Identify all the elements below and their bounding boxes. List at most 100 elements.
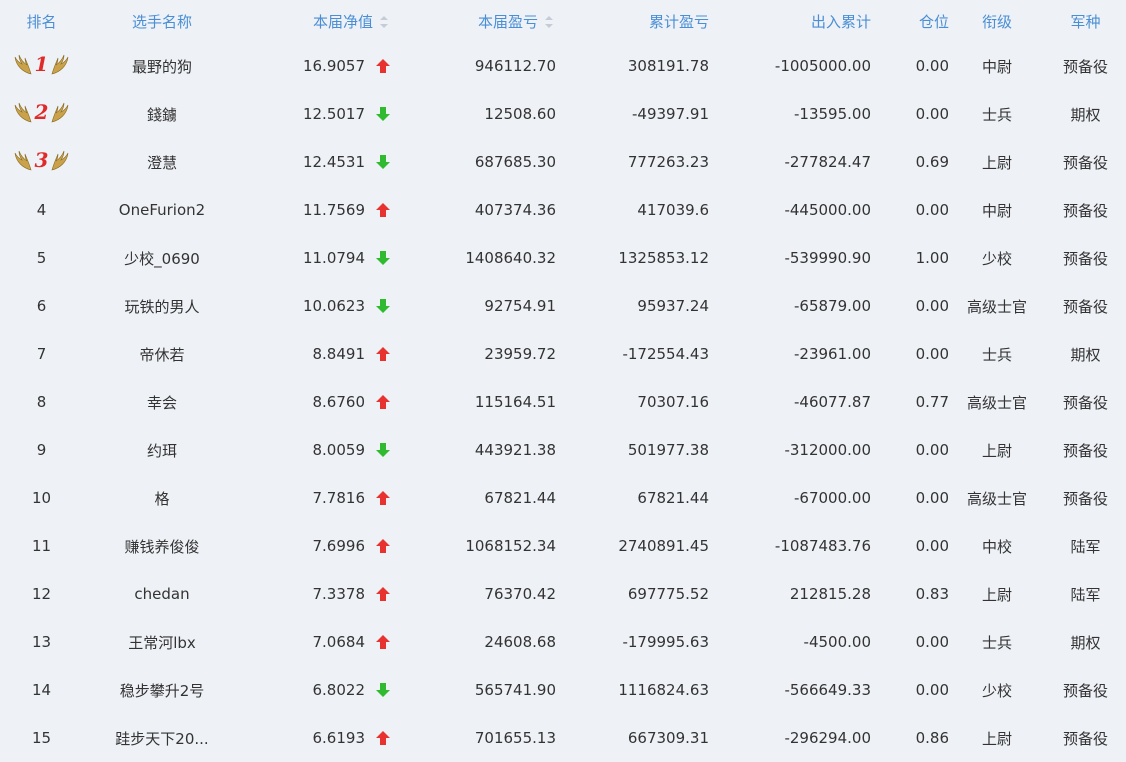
nav-value: 12.4531 xyxy=(302,153,365,171)
flow-value: -1005000.00 xyxy=(774,57,871,75)
player-name[interactable]: chedan xyxy=(83,585,241,603)
flow-value: -46077.87 xyxy=(794,393,871,411)
table-row[interactable]: 4 OneFurion2 11.7569 407374.36 417039.6 -4450… xyxy=(0,186,1126,234)
rank-number: 3 xyxy=(34,148,49,172)
branch: 陆军 xyxy=(1070,585,1101,604)
arrow-up-icon xyxy=(375,58,391,74)
player-name[interactable]: 约珥 xyxy=(83,440,241,461)
player-name[interactable]: 澄慧 xyxy=(83,152,241,173)
table-row[interactable]: 1 最野的狗 16.9057 946112.70 308191.78 -1005000.0… xyxy=(0,42,1126,90)
rank-number: 10 xyxy=(31,489,52,507)
header-pos: 仓位 xyxy=(918,12,949,31)
player-name[interactable]: 稳步攀升2号 xyxy=(83,680,241,701)
branch: 预备役 xyxy=(1062,489,1108,508)
flow-value: 212815.28 xyxy=(789,585,871,603)
sort-icon[interactable] xyxy=(379,15,391,29)
nav-cell: 7.3378 xyxy=(241,585,391,603)
player-name[interactable]: 少校_0690 xyxy=(83,248,241,269)
cumulative-pnl-value: 1325853.12 xyxy=(618,249,709,267)
nav-value: 8.8491 xyxy=(312,345,366,363)
nav-value: 10.0623 xyxy=(302,297,365,315)
arrow-up-icon xyxy=(375,394,391,410)
cumulative-pnl-value: 697775.52 xyxy=(627,585,709,603)
pnl-value: 67821.44 xyxy=(484,489,556,507)
pnl-value: 1408640.32 xyxy=(465,249,556,267)
pnl-value: 76370.42 xyxy=(484,585,556,603)
player-name[interactable]: 王常河lbx xyxy=(83,632,241,653)
position-value: 0.00 xyxy=(915,297,949,315)
table-body: 1 最野的狗 16.9057 946112.70 308191.78 -1005000.0… xyxy=(0,42,1126,762)
table-row[interactable]: 12 chedan 7.3378 76370.42 697775.52 212815.28… xyxy=(0,570,1126,618)
cumulative-pnl-value: 2740891.45 xyxy=(618,537,709,555)
player-name[interactable]: 跬步天下20... xyxy=(83,728,241,749)
cumulative-pnl-value: -49397.91 xyxy=(632,105,709,123)
nav-value: 11.7569 xyxy=(302,201,365,219)
rank-number: 6 xyxy=(36,297,47,315)
sort-icon[interactable] xyxy=(544,15,556,29)
cumulative-pnl-value: 501977.38 xyxy=(627,441,709,459)
table-row[interactable]: 9 约珥 8.0059 443921.38 501977.38 -312000.00 0.0… xyxy=(0,426,1126,474)
nav-value: 16.9057 xyxy=(302,57,365,75)
header-pnl-sortable[interactable]: 本届盈亏 xyxy=(391,11,556,32)
nav-cell: 8.0059 xyxy=(241,441,391,459)
rank-number: 4 xyxy=(36,201,47,219)
header-nav-sortable[interactable]: 本届净值 xyxy=(241,11,391,32)
pnl-value: 1068152.34 xyxy=(465,537,556,555)
table-row[interactable]: 14 稳步攀升2号 6.8022 565741.90 1116824.63 -566649… xyxy=(0,666,1126,714)
player-name[interactable]: 最野的狗 xyxy=(83,56,241,77)
flow-value: -13595.00 xyxy=(794,105,871,123)
arrow-down-icon xyxy=(375,442,391,458)
pnl-value: 701655.13 xyxy=(474,729,556,747)
player-name[interactable]: 玩铁的男人 xyxy=(83,296,241,317)
nav-value: 8.6760 xyxy=(312,393,366,411)
arrow-up-icon xyxy=(375,490,391,506)
pnl-value: 687685.30 xyxy=(474,153,556,171)
nav-cell: 8.6760 xyxy=(241,393,391,411)
player-name[interactable]: 格 xyxy=(83,488,241,509)
flow-value: -277824.47 xyxy=(784,153,871,171)
arrow-up-icon xyxy=(375,346,391,362)
header-nav-label: 本届净值 xyxy=(312,12,373,31)
header-flow: 出入累计 xyxy=(810,12,871,31)
table-row[interactable]: 15 跬步天下20... 6.6193 701655.13 667309.31 -2962… xyxy=(0,714,1126,762)
table-row[interactable]: 8 幸会 8.6760 115164.51 70307.16 -46077.87 0.77 高… xyxy=(0,378,1126,426)
rank-number: 5 xyxy=(36,249,47,267)
branch: 预备役 xyxy=(1062,681,1108,700)
laurel-right-icon xyxy=(50,52,70,76)
rank-title: 高级士官 xyxy=(966,489,1027,508)
table-row[interactable]: 10 格 7.7816 67821.44 67821.44 -67000.00 0.00 高级… xyxy=(0,474,1126,522)
table-row[interactable]: 2 錢鐪 12.5017 12508.60 -49397.91 -13595.00 0.00… xyxy=(0,90,1126,138)
player-name[interactable]: 帝休若 xyxy=(83,344,241,365)
pnl-value: 407374.36 xyxy=(474,201,556,219)
table-row[interactable]: 11 赚钱养俊俊 7.6996 1068152.34 2740891.45 -108748… xyxy=(0,522,1126,570)
table-row[interactable]: 7 帝休若 8.8491 23959.72 -172554.43 -23961.00 0.0… xyxy=(0,330,1126,378)
pnl-value: 92754.91 xyxy=(484,297,556,315)
player-name[interactable]: 赚钱养俊俊 xyxy=(83,536,241,557)
rank-title: 高级士官 xyxy=(966,297,1027,316)
table-row[interactable]: 3 澄慧 12.4531 687685.30 777263.23 -277824.47 0.… xyxy=(0,138,1126,186)
branch: 预备役 xyxy=(1062,729,1108,748)
arrow-up-icon xyxy=(375,202,391,218)
player-name[interactable]: 幸会 xyxy=(83,392,241,413)
rank-title: 少校 xyxy=(981,681,1012,700)
position-value: 0.69 xyxy=(915,153,949,171)
table-row[interactable]: 6 玩铁的男人 10.0623 92754.91 95937.24 -65879.00 0.… xyxy=(0,282,1126,330)
branch: 期权 xyxy=(1070,105,1101,124)
flow-value: -1087483.76 xyxy=(774,537,871,555)
flow-value: -23961.00 xyxy=(794,345,871,363)
table-row[interactable]: 13 王常河lbx 7.0684 24608.68 -179995.63 -4500.00… xyxy=(0,618,1126,666)
player-name[interactable]: OneFurion2 xyxy=(83,201,241,219)
branch: 预备役 xyxy=(1062,153,1108,172)
rank-title: 少校 xyxy=(981,249,1012,268)
player-name[interactable]: 錢鐪 xyxy=(83,104,241,125)
position-value: 0.00 xyxy=(915,105,949,123)
nav-value: 7.7816 xyxy=(312,489,366,507)
pnl-value: 12508.60 xyxy=(484,105,556,123)
cumulative-pnl-value: -179995.63 xyxy=(622,633,709,651)
nav-value: 7.0684 xyxy=(312,633,366,651)
rank-title: 中尉 xyxy=(981,201,1012,220)
cumulative-pnl-value: 777263.23 xyxy=(627,153,709,171)
nav-value: 12.5017 xyxy=(302,105,365,123)
nav-cell: 12.4531 xyxy=(241,153,391,171)
table-row[interactable]: 5 少校_0690 11.0794 1408640.32 1325853.12 -5399… xyxy=(0,234,1126,282)
